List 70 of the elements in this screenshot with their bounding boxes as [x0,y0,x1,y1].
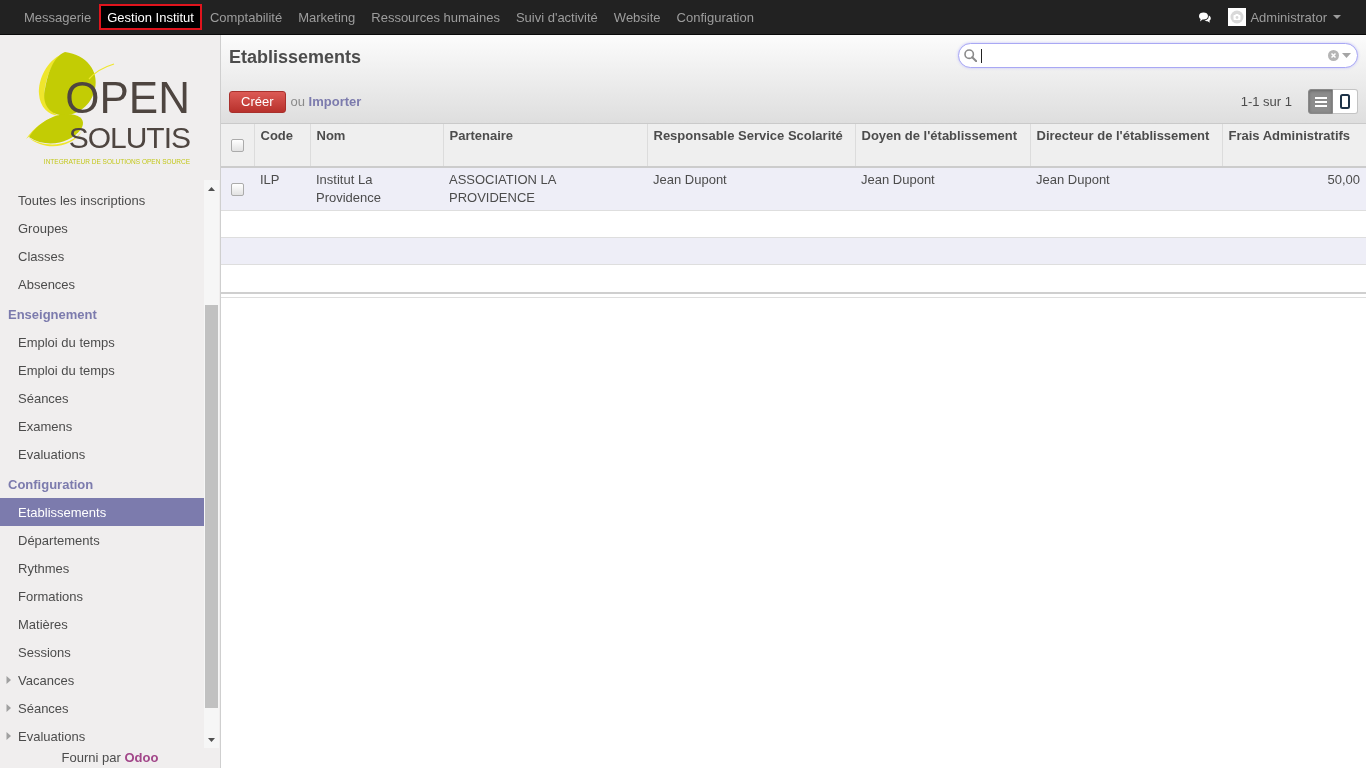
menu-item[interactable]: Configuration [668,4,762,30]
table-row[interactable]: ILP Institut La Providence ASSOCIATION LA PROVIDENCE Jean Dupont Jean Dupont Jean Dupont 50,00 [221,167,1366,211]
row-checkbox[interactable] [231,183,244,197]
table-cell: Institut La Providence [310,167,443,211]
menu-item[interactable]: Ressources humaines [363,4,508,30]
sidebar-item[interactable]: Séances [0,694,204,722]
caret-right-icon[interactable] [5,732,13,740]
page-title: Etablissements [229,46,362,68]
section-heading: Configuration [7,476,95,494]
sidebar-item[interactable]: Départements [0,526,204,554]
section-heading: Enseignement [7,306,98,324]
sidebar-item[interactable]: Séances [0,384,204,412]
sidebar-item[interactable]: Toutes les inscriptions [0,186,204,214]
scrollbar[interactable] [204,180,219,748]
column-header[interactable]: Partenaire [443,124,647,167]
avatar-icon [1228,8,1247,26]
sidebar-item[interactable]: Evaluations [0,440,204,468]
search-icon [964,49,977,62]
menu-item[interactable]: Gestion Institut [99,4,202,30]
scrollbar-thumb[interactable] [205,305,218,708]
menu-item[interactable]: Messagerie [16,4,100,30]
pager-text: 1-1 sur 1 [1240,94,1292,109]
column-header[interactable]: Responsable Service Scolarité [647,124,855,167]
logo-text: SOLUTIS [68,121,190,155]
scroll-up-icon[interactable] [208,186,215,191]
caret-right-icon[interactable] [5,704,13,712]
list-icon [1314,96,1327,107]
tablet-icon [1340,94,1350,109]
search-field[interactable] [958,43,1358,68]
sidebar-item[interactable]: Sessions [0,638,204,666]
table-cell: Jean Dupont [855,167,1030,211]
menu-item[interactable]: Suivi d'activité [507,4,606,30]
column-header[interactable]: Frais Administratifs [1222,124,1366,167]
column-header[interactable]: Doyen de l'établissement [855,124,1030,167]
sidebar-item[interactable]: Examens [0,412,204,440]
menu-item[interactable]: Website [605,4,669,30]
powered-by-text: Fourni par Odoo [60,749,160,767]
table-cell: 50,00 [1222,167,1366,211]
caret-down-icon[interactable] [1342,53,1351,58]
sidebar-item[interactable]: Groupes [0,214,204,242]
column-header[interactable]: Nom [310,124,443,167]
select-all-checkbox[interactable] [230,139,244,153]
table-cell: Jean Dupont [647,167,855,211]
column-header[interactable]: Code [254,124,310,167]
menu-item[interactable]: Comptabilité [201,4,291,30]
clear-icon[interactable] [1328,50,1339,61]
table-cell: ILP [254,167,310,211]
caret-down-icon [1333,15,1341,19]
table-cell: Jean Dupont [1030,167,1222,211]
view-mode-button[interactable] [1333,89,1358,114]
brand-link[interactable]: Odoo [124,750,159,765]
sidebar-item[interactable]: Emploi du temps [0,328,204,356]
sidebar-item[interactable]: Classes [0,242,204,270]
column-header[interactable]: Directeur de l'établissement [1030,124,1222,167]
table-cell: ASSOCIATION LA PROVIDENCE [443,167,647,211]
menu-item[interactable]: Marketing [290,4,364,30]
user-menu-button[interactable]: Administrator [1228,8,1341,26]
sidebar-item[interactable]: Absences [0,270,204,298]
caret-right-icon[interactable] [5,676,13,684]
import-text: ou Importer [290,94,362,109]
sidebar-item[interactable]: Matières [0,610,204,638]
sidebar-item[interactable]: Formations [0,582,204,610]
scroll-down-icon[interactable] [208,737,215,742]
sidebar-item[interactable]: Emploi du temps [0,356,204,384]
sidebar-item[interactable]: Etablissements [0,498,204,526]
create-button[interactable]: Créer [229,90,286,113]
sidebar-item[interactable]: Vacances [0,666,204,694]
sidebar-item[interactable]: Evaluations [0,722,204,748]
chat-icon[interactable] [1198,11,1212,23]
sidebar-item[interactable]: Rythmes [0,554,204,582]
